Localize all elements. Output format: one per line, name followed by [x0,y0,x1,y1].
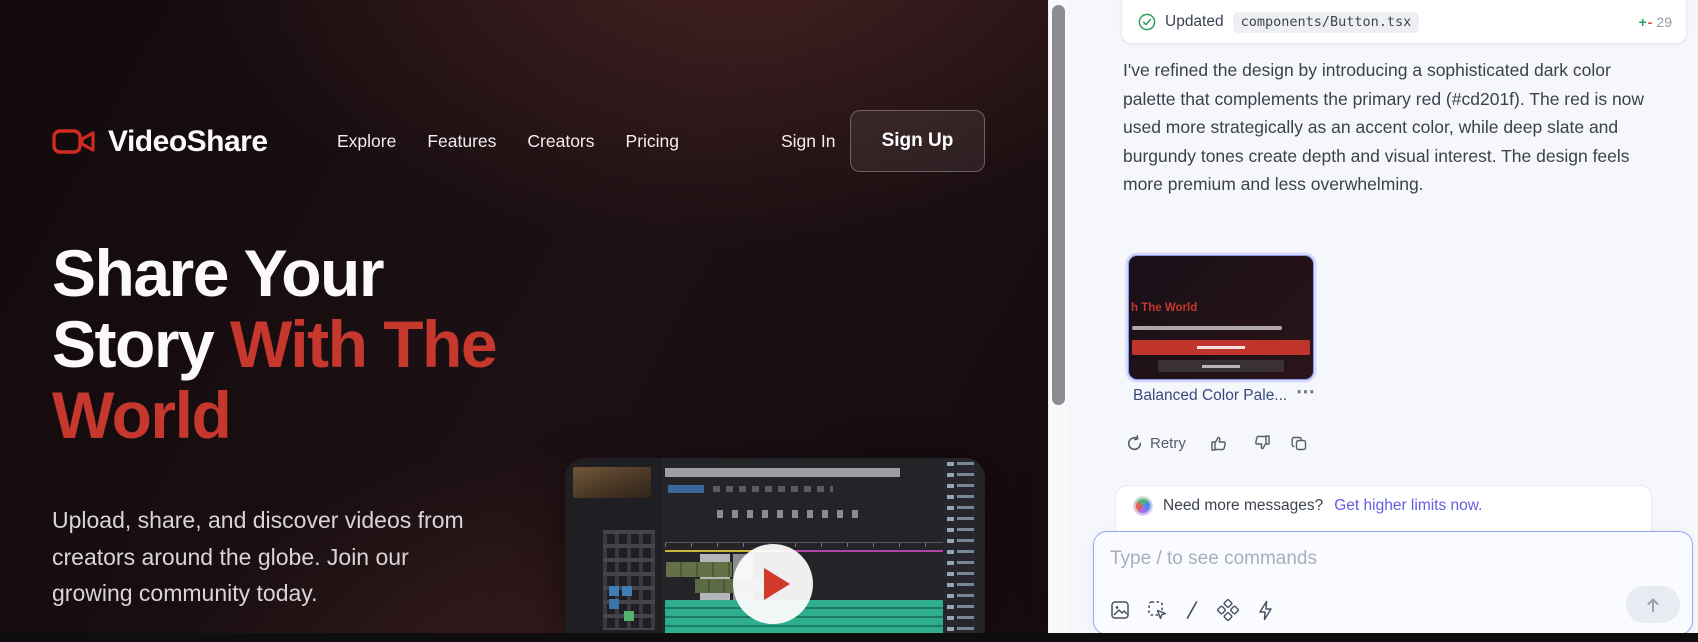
check-circle-icon [1138,13,1156,31]
sign-up-button[interactable]: Sign Up [850,110,985,172]
hero-subtitle: Upload, share, and discover videos from … [52,502,494,612]
editor-transport-controls [717,510,867,518]
sign-in-link[interactable]: Sign In [781,131,835,152]
retry-button[interactable]: Retry [1126,435,1186,452]
slash-command-button[interactable] [1185,600,1199,620]
copy-icon [1291,435,1308,452]
editor-timecode [668,485,704,493]
brand-name: VideoShare [108,125,268,159]
nav-features[interactable]: Features [427,131,496,152]
editor-tool-blue [622,586,632,596]
mini-primary-button [1132,340,1310,355]
editor-menu-strip [665,468,900,477]
quick-actions-button[interactable] [1257,600,1274,621]
hero-video-editor-image [565,458,985,642]
editor-tool-green [624,611,634,621]
diff-stat: + - 29 [1639,14,1672,30]
site-header: VideoShare Explore Features Creators Pri… [52,103,1008,173]
brand-logo[interactable]: VideoShare [52,125,268,159]
thumbs-up-button[interactable] [1210,434,1228,452]
copy-button[interactable] [1291,435,1308,452]
editor-preview-thumbnail [573,467,651,498]
diff-removed: - [1648,14,1653,30]
updated-status-label: Updated [1165,13,1224,31]
assistant-message: I've refined the design by introducing a… [1123,56,1657,199]
upsell-row: Need more messages? Get higher limits no… [1134,497,1482,515]
nav-creators[interactable]: Creators [527,131,594,152]
diff-count: 29 [1656,14,1672,30]
editor-file-list [943,458,977,642]
select-icon [1147,600,1168,621]
updated-file-row: Updated components/Button.tsx + - 29 [1138,10,1672,34]
thumbs-down-button[interactable] [1253,434,1271,452]
play-button[interactable] [733,544,813,624]
editor-timeline-ruler [665,542,977,547]
select-element-button[interactable] [1147,600,1168,621]
version-more-button[interactable]: ⋯ [1296,381,1316,404]
message-input[interactable] [1110,543,1550,575]
nav-explore[interactable]: Explore [337,131,396,152]
composer [1093,531,1693,635]
components-icon [1216,599,1240,621]
pinwheel-logo-icon [1134,497,1152,515]
components-button[interactable] [1216,599,1240,621]
editor-tool-blue [609,586,619,596]
editor-toolbar-dots [713,486,833,492]
hero-heading: Share Your Story With The World [52,238,522,451]
site-nav: Explore Features Creators Pricing [337,131,679,152]
retry-label: Retry [1150,435,1186,452]
mini-hero-heading: h The World [1131,302,1197,314]
slash-icon [1185,600,1199,620]
arrow-up-icon [1644,596,1662,614]
retry-icon [1126,435,1143,452]
nav-pricing[interactable]: Pricing [626,131,680,152]
updated-file-card[interactable]: Updated components/Button.tsx + - 29 [1121,0,1687,44]
mini-subtext-bar [1132,326,1282,330]
diff-added: + [1639,14,1647,30]
thumbs-down-icon [1253,434,1271,452]
site-preview-pane: VideoShare Explore Features Creators Pri… [0,0,1048,642]
get-higher-limits-link[interactable]: Get higher limits now. [1334,497,1482,515]
message-actions: Retry [1126,430,1308,456]
upsell-text: Need more messages? [1163,497,1323,515]
attach-image-button[interactable] [1110,600,1130,620]
video-camera-icon [52,126,96,158]
version-preview-thumbnail[interactable]: h The World [1128,255,1314,380]
editor-tool-blue [609,599,619,609]
send-button[interactable] [1626,586,1680,623]
window-bottom-edge [0,633,1698,642]
thumbs-up-icon [1210,434,1228,452]
scrollbar-thumb[interactable] [1052,5,1065,405]
updated-file-chip: components/Button.tsx [1233,12,1420,33]
app-window: VideoShare Explore Features Creators Pri… [0,0,1698,642]
image-icon [1110,600,1130,620]
mini-secondary-button [1158,360,1284,372]
composer-toolbar [1110,599,1274,621]
editor-clip-thumbnails [666,562,732,577]
lightning-icon [1257,600,1274,621]
version-title[interactable]: Balanced Color Pale... [1133,387,1298,405]
editor-clip [700,554,730,600]
